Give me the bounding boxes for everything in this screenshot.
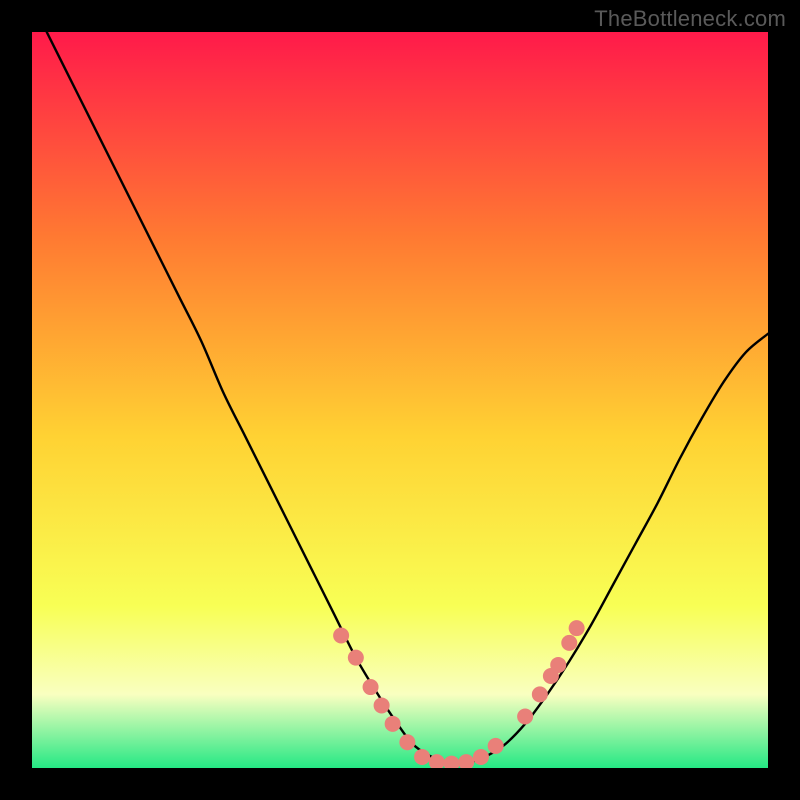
marker-dot (374, 697, 390, 713)
marker-dot (532, 686, 548, 702)
marker-dot (333, 628, 349, 644)
marker-dot (561, 635, 577, 651)
marker-dot (385, 716, 401, 732)
marker-dot (517, 708, 533, 724)
marker-dot (569, 620, 585, 636)
marker-dot (550, 657, 566, 673)
marker-dot (363, 679, 379, 695)
watermark-text: TheBottleneck.com (594, 6, 786, 32)
marker-dot (458, 754, 474, 768)
marker-dot (488, 738, 504, 754)
marker-dot (348, 650, 364, 666)
marker-dot (444, 756, 460, 768)
chart-frame: TheBottleneck.com (0, 0, 800, 800)
marker-dot (473, 749, 489, 765)
marker-dot (399, 734, 415, 750)
marker-group (333, 620, 585, 768)
curve-layer (32, 32, 768, 768)
plot-area (32, 32, 768, 768)
marker-dot (414, 749, 430, 765)
bottleneck-curve (47, 32, 768, 764)
